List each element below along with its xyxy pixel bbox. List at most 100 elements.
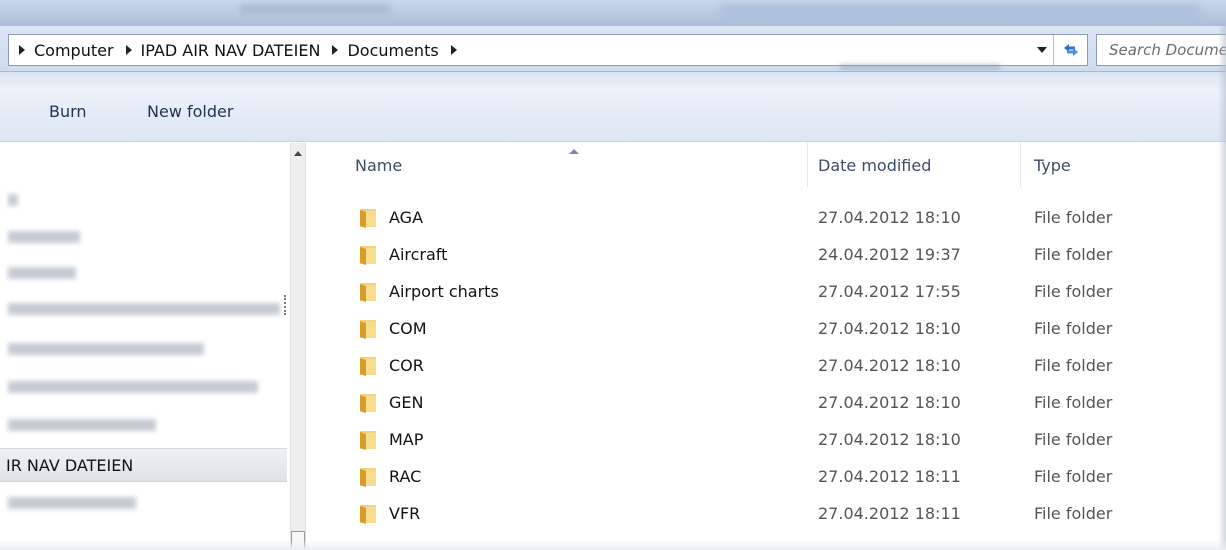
breadcrumb-label[interactable]: Computer bbox=[34, 41, 114, 60]
table-row[interactable]: MAP 27.04.2012 18:10 File folder bbox=[307, 421, 1226, 458]
file-name: AGA bbox=[389, 208, 424, 227]
file-name-cell[interactable]: Airport charts bbox=[357, 281, 499, 303]
blurred-nav-item[interactable] bbox=[8, 343, 204, 355]
chevron-right-icon[interactable] bbox=[19, 45, 25, 55]
file-name: Aircraft bbox=[389, 245, 448, 264]
sort-ascending-icon bbox=[569, 149, 579, 154]
file-type: File folder bbox=[1034, 467, 1113, 486]
breadcrumb-computer[interactable]: Computer bbox=[9, 35, 114, 65]
chevron-right-icon[interactable] bbox=[125, 45, 132, 55]
file-name-cell[interactable]: RAC bbox=[357, 466, 421, 488]
file-list: Name Date modified Type AGA 27.04.2012 1… bbox=[307, 143, 1226, 550]
file-type: File folder bbox=[1034, 430, 1113, 449]
breadcrumb-drive[interactable]: IPAD AIR NAV DATEIEN bbox=[114, 35, 321, 65]
navigation-pane: IR NAV DATEIEN bbox=[0, 143, 290, 550]
folder-icon bbox=[357, 355, 379, 377]
table-row[interactable]: Airport charts 27.04.2012 17:55 File fol… bbox=[307, 273, 1226, 310]
table-row[interactable]: COR 27.04.2012 18:10 File folder bbox=[307, 347, 1226, 384]
refresh-icon bbox=[1063, 44, 1078, 56]
address-row: Computer IPAD AIR NAV DATEIEN Documents bbox=[0, 26, 1226, 72]
window-edge-shadow bbox=[1218, 26, 1226, 550]
table-row[interactable]: Aircraft 24.04.2012 19:37 File folder bbox=[307, 236, 1226, 273]
file-name-cell[interactable]: Aircraft bbox=[357, 244, 447, 266]
blurred-nav-item[interactable] bbox=[8, 497, 136, 509]
file-type: File folder bbox=[1034, 282, 1113, 301]
file-name-cell[interactable]: GEN bbox=[357, 392, 423, 414]
window-title-strip bbox=[0, 0, 1226, 26]
folder-icon bbox=[357, 281, 379, 303]
blurred-region bbox=[240, 4, 390, 14]
burn-button[interactable]: Burn bbox=[49, 102, 87, 121]
column-divider[interactable] bbox=[807, 143, 808, 187]
table-row[interactable]: GEN 27.04.2012 18:10 File folder bbox=[307, 384, 1226, 421]
command-toolbar: Burn New folder bbox=[0, 72, 1226, 142]
column-divider[interactable] bbox=[1020, 143, 1021, 187]
column-header-name[interactable]: Name bbox=[355, 143, 402, 187]
file-name-cell[interactable]: COR bbox=[357, 355, 424, 377]
breadcrumb-documents[interactable]: Documents bbox=[320, 35, 465, 65]
file-name: COR bbox=[389, 356, 424, 375]
folder-icon bbox=[357, 318, 379, 340]
blurred-nav-item[interactable] bbox=[8, 381, 258, 393]
blurred-nav-item[interactable] bbox=[8, 419, 156, 431]
blurred-nav-item[interactable] bbox=[8, 303, 280, 315]
file-date: 27.04.2012 18:10 bbox=[818, 430, 961, 449]
address-actions bbox=[1031, 35, 1087, 65]
folder-icon bbox=[357, 466, 379, 488]
file-date: 27.04.2012 18:10 bbox=[818, 356, 961, 375]
file-name: GEN bbox=[389, 393, 424, 412]
file-type: File folder bbox=[1034, 245, 1113, 264]
nav-item-ipad-air-nav-dateien[interactable]: IR NAV DATEIEN bbox=[0, 448, 287, 482]
chevron-down-icon bbox=[1037, 47, 1047, 53]
blurred-region bbox=[840, 64, 1000, 70]
file-date: 27.04.2012 18:11 bbox=[818, 467, 961, 486]
file-type: File folder bbox=[1034, 393, 1113, 412]
folder-icon bbox=[357, 392, 379, 414]
table-row[interactable]: RAC 27.04.2012 18:11 File folder bbox=[307, 458, 1226, 495]
breadcrumb-label[interactable]: Documents bbox=[347, 41, 438, 60]
file-name: MAP bbox=[389, 430, 424, 449]
scroll-up-button[interactable] bbox=[291, 143, 305, 163]
column-header-type[interactable]: Type bbox=[1034, 143, 1071, 187]
file-date: 27.04.2012 18:10 bbox=[818, 208, 961, 227]
table-row[interactable]: AGA 27.04.2012 18:10 File folder bbox=[307, 199, 1226, 236]
breadcrumb-label[interactable]: IPAD AIR NAV DATEIEN bbox=[141, 41, 321, 60]
table-row[interactable]: COM 27.04.2012 18:10 File folder bbox=[307, 310, 1226, 347]
table-row[interactable]: VFR 27.04.2012 18:11 File folder bbox=[307, 495, 1226, 532]
chevron-up-icon bbox=[294, 150, 302, 156]
search-box[interactable] bbox=[1096, 34, 1226, 66]
blurred-nav-item[interactable] bbox=[8, 267, 76, 279]
folder-icon bbox=[357, 207, 379, 229]
file-name-cell[interactable]: VFR bbox=[357, 503, 420, 525]
address-bar[interactable]: Computer IPAD AIR NAV DATEIEN Documents bbox=[8, 34, 1088, 66]
file-name-cell[interactable]: COM bbox=[357, 318, 427, 340]
file-name: RAC bbox=[389, 467, 422, 486]
blurred-nav-item[interactable] bbox=[8, 231, 80, 243]
file-type: File folder bbox=[1034, 208, 1113, 227]
truncation-mark bbox=[284, 295, 288, 315]
file-date: 27.04.2012 18:10 bbox=[818, 393, 961, 412]
file-name-cell[interactable]: MAP bbox=[357, 429, 423, 451]
chevron-right-icon[interactable] bbox=[450, 45, 457, 55]
file-date: 27.04.2012 18:10 bbox=[818, 319, 961, 338]
blurred-nav-item[interactable] bbox=[8, 194, 18, 206]
nav-scrollbar[interactable] bbox=[290, 143, 306, 550]
file-name-cell[interactable]: AGA bbox=[357, 207, 423, 229]
file-date: 27.04.2012 18:11 bbox=[818, 504, 961, 523]
column-header-date-modified[interactable]: Date modified bbox=[818, 143, 931, 187]
refresh-button[interactable] bbox=[1053, 35, 1087, 65]
folder-icon bbox=[357, 503, 379, 525]
chevron-right-icon[interactable] bbox=[332, 45, 339, 55]
file-type: File folder bbox=[1034, 504, 1113, 523]
file-name: VFR bbox=[389, 504, 421, 523]
address-history-button[interactable] bbox=[1031, 35, 1053, 65]
file-date: 24.04.2012 19:37 bbox=[818, 245, 961, 264]
window-edge-fade bbox=[0, 540, 1226, 550]
file-name: Airport charts bbox=[389, 282, 499, 301]
file-date: 27.04.2012 17:55 bbox=[818, 282, 961, 301]
new-folder-button[interactable]: New folder bbox=[147, 102, 233, 121]
nav-item-label: IR NAV DATEIEN bbox=[6, 455, 134, 475]
folder-icon bbox=[357, 244, 379, 266]
toolbar-top-strip bbox=[0, 72, 1226, 90]
search-input[interactable] bbox=[1109, 41, 1226, 59]
